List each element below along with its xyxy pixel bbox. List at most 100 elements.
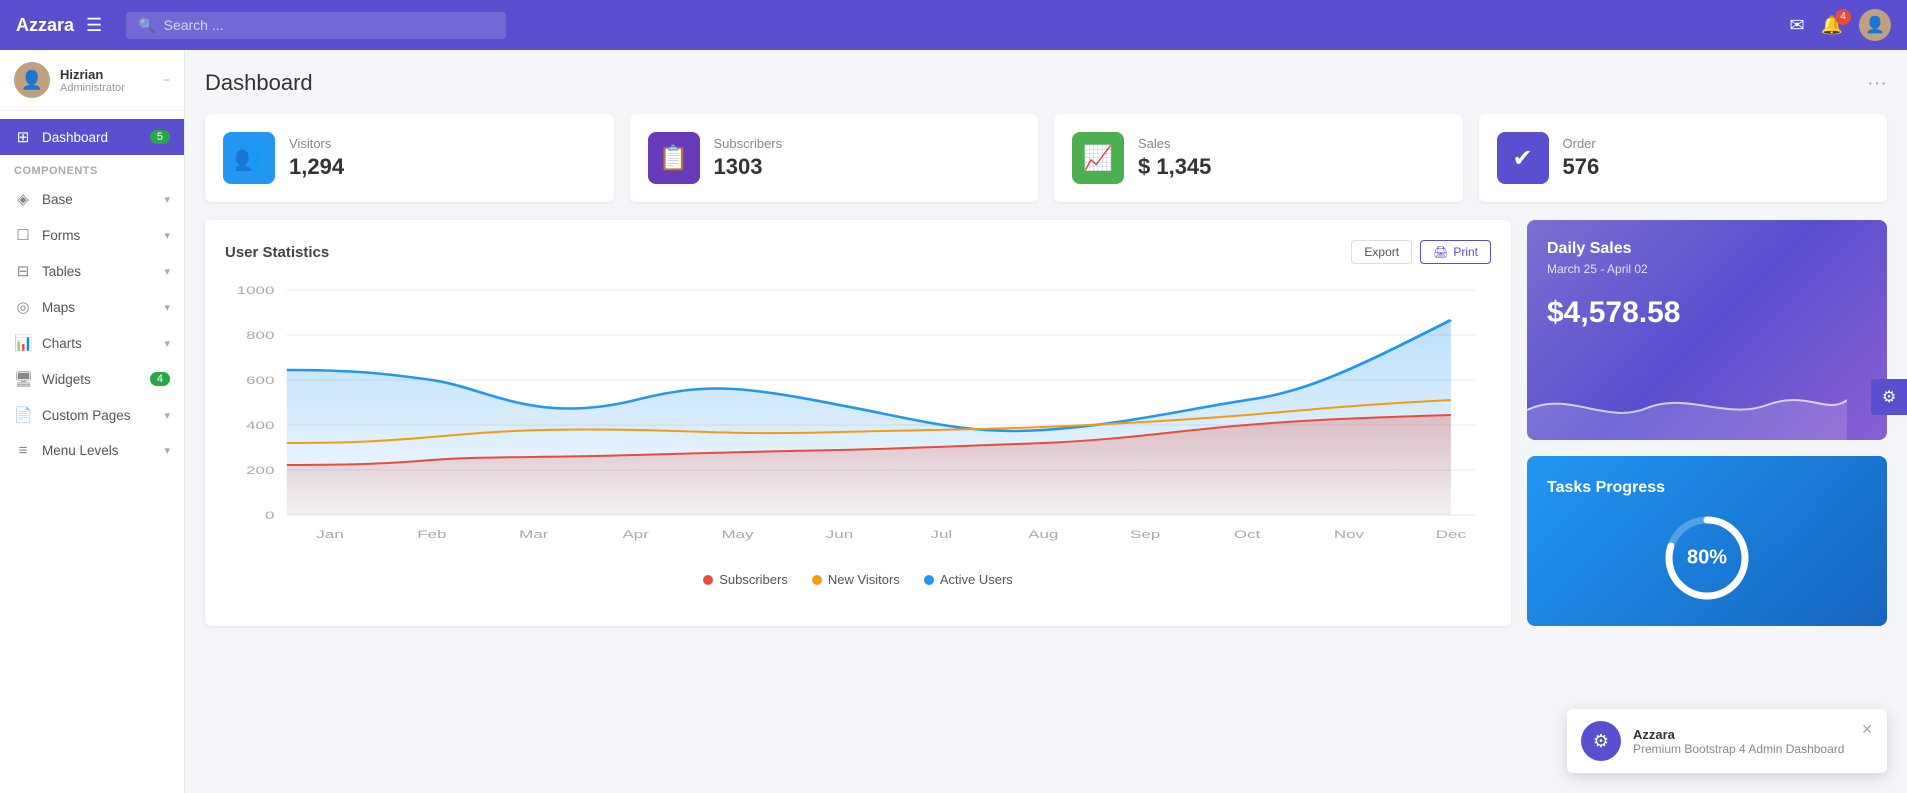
sales-icon: 📈 [1072, 132, 1124, 184]
legend-dot-active-users [924, 575, 934, 585]
print-icon: 🖨 [1433, 245, 1448, 259]
sidebar-item-widgets[interactable]: 🖥 Widgets 4 [0, 361, 184, 397]
visitors-label: Visitors [289, 136, 344, 151]
svg-text:Aug: Aug [1028, 529, 1058, 541]
tasks-progress-card: Tasks Progress 80% [1527, 456, 1887, 626]
svg-text:600: 600 [246, 375, 274, 387]
subscribers-icon: 📋 [648, 132, 700, 184]
chart-legend: Subscribers New Visitors Active Users [225, 572, 1491, 587]
toast-close-button[interactable]: ✕ [1861, 721, 1873, 738]
page-more-icon[interactable]: ··· [1867, 72, 1887, 95]
sidebar-item-label: Maps [42, 300, 164, 315]
menu-levels-icon: ≡ [14, 442, 32, 459]
maps-arrow: ▾ [164, 301, 170, 314]
forms-arrow: ▾ [164, 229, 170, 242]
order-label: Order [1563, 136, 1600, 151]
legend-label-new-visitors: New Visitors [828, 572, 900, 587]
tables-arrow: ▾ [164, 265, 170, 278]
content-row: User Statistics Export 🖨 Print [205, 220, 1887, 626]
toast-notification: ⚙ Azzara Premium Bootstrap 4 Admin Dashb… [1567, 709, 1887, 773]
sidebar-username: Hizrian [60, 67, 163, 82]
navbar-right: ✉ 🔔 4 👤 [1789, 9, 1891, 41]
stats-row: 👥 Visitors 1,294 📋 Subscribers 1303 📈 Sa… [205, 114, 1887, 202]
sidebar-item-dashboard[interactable]: ⊞ Dashboard 5 [0, 119, 184, 155]
dashboard-icon: ⊞ [14, 128, 32, 146]
svg-text:1000: 1000 [237, 285, 275, 297]
sidebar-section-components: COMPONENTS [0, 155, 184, 181]
sidebar-user[interactable]: 👤 Hizrian Administrator − [0, 50, 184, 111]
sidebar-item-custom-pages[interactable]: 📄 Custom Pages ▾ [0, 397, 184, 433]
sidebar-item-maps[interactable]: ◎ Maps ▾ [0, 289, 184, 325]
page-title: Dashboard [205, 70, 313, 96]
notification-badge: 4 [1835, 9, 1851, 25]
menu-levels-arrow: ▾ [164, 444, 170, 457]
sidebar-nav: ⊞ Dashboard 5 COMPONENTS ◈ Base ▾ ☐ Form… [0, 111, 184, 793]
svg-text:Apr: Apr [622, 529, 649, 541]
stat-card-visitors: 👥 Visitors 1,294 [205, 114, 614, 202]
sidebar-item-label: Tables [42, 264, 164, 279]
svg-text:Mar: Mar [519, 529, 549, 541]
notifications-icon[interactable]: 🔔 4 [1821, 15, 1843, 36]
toast-icon: ⚙ [1581, 721, 1621, 761]
sidebar-user-arrow[interactable]: − [163, 73, 170, 87]
search-input[interactable] [164, 17, 495, 33]
svg-text:Dec: Dec [1436, 529, 1466, 541]
sidebar-item-tables[interactable]: ⊟ Tables ▾ [0, 253, 184, 289]
chart-area: 1000 800 600 400 200 0 Jan Feb Mar Apr M… [225, 280, 1491, 560]
sidebar-item-label: Base [42, 192, 164, 207]
search-icon: 🔍 [138, 17, 155, 34]
chart-svg: 1000 800 600 400 200 0 Jan Feb Mar Apr M… [225, 280, 1491, 560]
brand-logo[interactable]: Azzara [16, 15, 74, 36]
subscribers-label: Subscribers [714, 136, 783, 151]
legend-dot-subscribers [703, 575, 713, 585]
page-header: Dashboard ··· [205, 70, 1887, 96]
sidebar-toggle-icon[interactable]: ☰ [86, 15, 102, 36]
print-label: Print [1453, 245, 1478, 259]
mail-icon[interactable]: ✉ [1789, 15, 1804, 36]
sidebar-item-label: Widgets [42, 372, 150, 387]
chart-card: User Statistics Export 🖨 Print [205, 220, 1511, 626]
sidebar-item-base[interactable]: ◈ Base ▾ [0, 181, 184, 217]
legend-new-visitors: New Visitors [812, 572, 900, 587]
print-button[interactable]: 🖨 Print [1420, 240, 1491, 264]
stat-card-sales: 📈 Sales $ 1,345 [1054, 114, 1463, 202]
tables-icon: ⊟ [14, 262, 32, 280]
navbar: Azzara ☰ 🔍 ✉ 🔔 4 👤 [0, 0, 1907, 50]
toast-subtitle: Premium Bootstrap 4 Admin Dashboard [1633, 742, 1849, 756]
sidebar-role: Administrator [60, 82, 163, 94]
maps-icon: ◎ [14, 298, 32, 316]
tasks-title: Tasks Progress [1547, 479, 1665, 497]
daily-sales-amount: $4,578.58 [1547, 296, 1867, 330]
svg-text:Nov: Nov [1334, 529, 1365, 541]
svg-text:Jul: Jul [931, 529, 953, 541]
order-icon: ✔ [1497, 132, 1549, 184]
settings-icon: ⚙ [1882, 387, 1896, 407]
svg-text:400: 400 [246, 420, 274, 432]
charts-icon: 📊 [14, 334, 32, 352]
widgets-icon: 🖥 [14, 370, 32, 388]
sales-info: Sales $ 1,345 [1138, 136, 1211, 180]
progress-circle: 80% [1662, 513, 1752, 603]
svg-text:Oct: Oct [1234, 529, 1260, 541]
settings-fab[interactable]: ⚙ [1871, 379, 1907, 415]
sidebar-item-forms[interactable]: ☐ Forms ▾ [0, 217, 184, 253]
legend-active-users: Active Users [924, 572, 1013, 587]
sidebar: 👤 Hizrian Administrator − ⊞ Dashboard 5 … [0, 50, 185, 793]
base-icon: ◈ [14, 190, 32, 208]
daily-sales-card: Daily Sales March 25 - April 02 $4,578.5… [1527, 220, 1887, 440]
search-bar[interactable]: 🔍 [126, 12, 506, 39]
subscribers-value: 1303 [714, 154, 783, 180]
svg-text:800: 800 [246, 330, 274, 342]
legend-dot-new-visitors [812, 575, 822, 585]
sidebar-item-label: Menu Levels [42, 443, 164, 458]
sidebar-item-label: Custom Pages [42, 408, 164, 423]
order-value: 576 [1563, 154, 1600, 180]
sales-label: Sales [1138, 136, 1211, 151]
daily-sales-wave [1527, 370, 1847, 440]
sidebar-item-charts[interactable]: 📊 Charts ▾ [0, 325, 184, 361]
user-avatar[interactable]: 👤 [1859, 9, 1891, 41]
sidebar-item-menu-levels[interactable]: ≡ Menu Levels ▾ [0, 433, 184, 468]
export-button[interactable]: Export [1351, 240, 1412, 264]
daily-sales-title: Daily Sales [1547, 240, 1867, 258]
visitors-info: Visitors 1,294 [289, 136, 344, 180]
